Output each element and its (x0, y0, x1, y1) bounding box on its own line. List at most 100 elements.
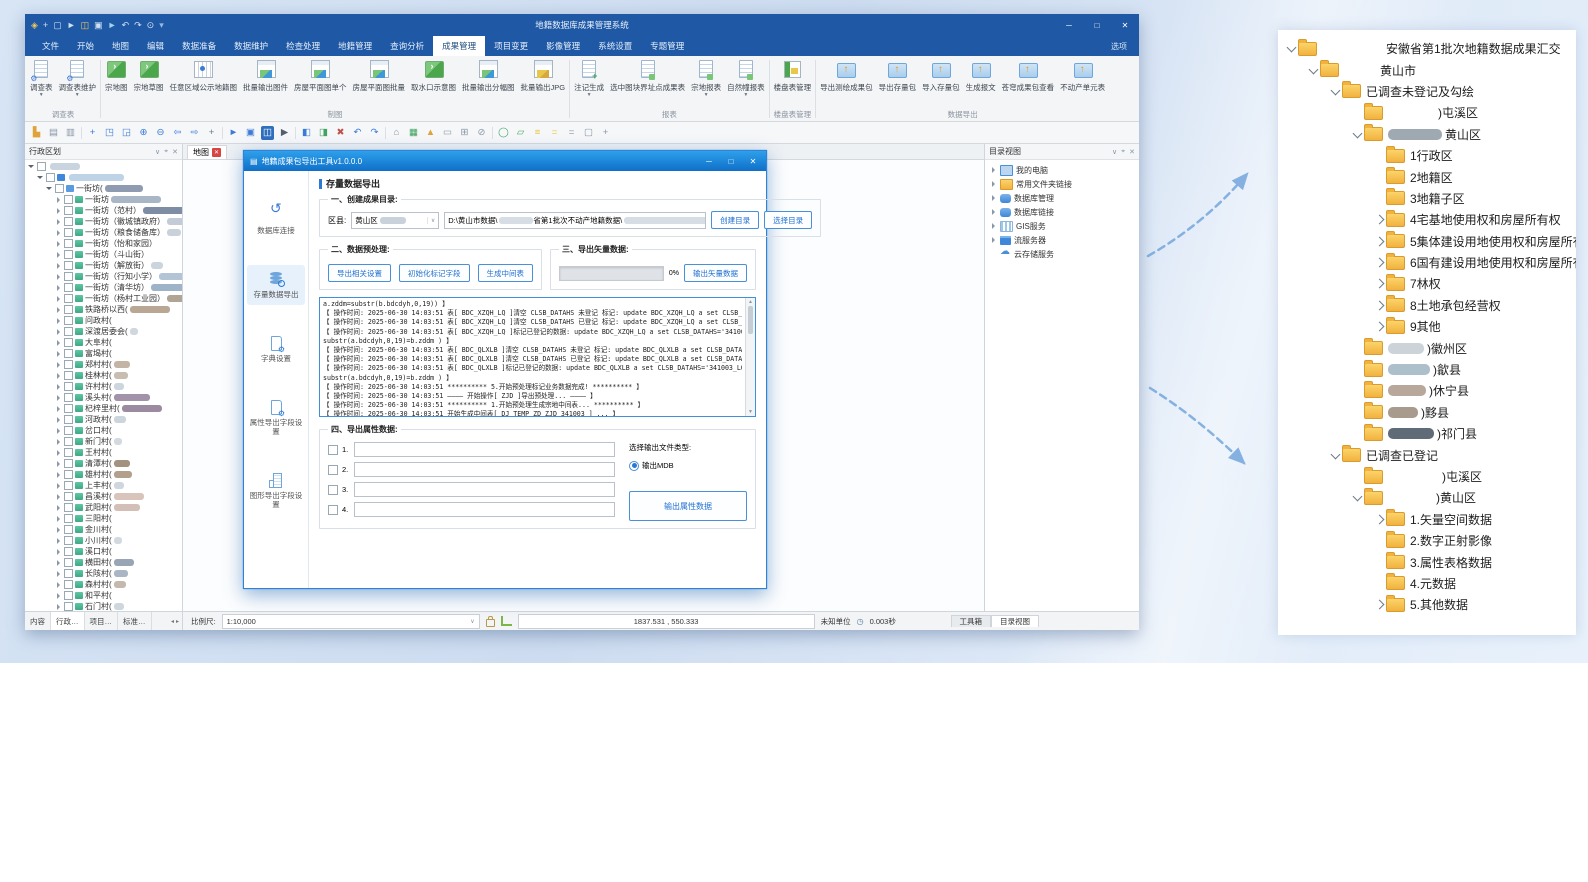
select-directory-button[interactable]: 选择目录 (764, 211, 812, 229)
toolbar-icon-34[interactable]: = (548, 126, 561, 140)
checkbox[interactable] (64, 261, 73, 270)
expand-icon[interactable] (54, 428, 62, 434)
expand-icon[interactable] (54, 340, 62, 346)
tree-row[interactable]: 一街坊（徽城镇政府） (25, 216, 182, 227)
tree-row[interactable]: 王村村( (25, 447, 182, 458)
qat-icon-7[interactable]: ↶ (122, 20, 130, 30)
minimize-icon[interactable]: ─ (698, 151, 720, 171)
expand-icon[interactable] (54, 274, 62, 280)
output-path-field[interactable]: D:\黄山市数据\ 省第1批次不动产地籍数据\ (444, 212, 706, 229)
qat-icon-9[interactable]: ⊙ (147, 20, 155, 30)
toolbar-icon-2[interactable]: ▥ (64, 126, 77, 140)
catalog-item-云存储服务[interactable]: 云存储服务 (985, 247, 1139, 261)
checkbox[interactable] (64, 360, 73, 369)
menu-tab-开始[interactable]: 开始 (68, 36, 103, 56)
expand-icon[interactable] (54, 263, 62, 269)
expand-icon[interactable] (54, 549, 62, 555)
checkbox[interactable] (64, 459, 73, 468)
checkbox[interactable] (37, 162, 46, 171)
collapse-icon[interactable] (1352, 492, 1362, 502)
tree-row[interactable]: 一街坊 (25, 194, 182, 205)
ribbon-button-自然幢报表[interactable]: 自然幢报表▼ (724, 57, 768, 98)
tree-row[interactable]: 一街坊（斗山街） (25, 249, 182, 260)
qat-icon-0[interactable]: ◈ (31, 20, 38, 30)
tree-row[interactable]: 一街坊（行知小学） (25, 271, 182, 282)
expand-icon[interactable] (54, 241, 62, 247)
explorer-row[interactable]: 6国有建设用地使用权和房屋所有权 (1372, 252, 1576, 273)
toolbar-icon-20[interactable]: ✖ (334, 126, 347, 140)
checkbox[interactable] (64, 602, 73, 611)
toolbar-icon-0[interactable]: ▙ (30, 126, 43, 140)
menu-tab-成果管理[interactable]: 成果管理 (433, 36, 485, 56)
checkbox[interactable] (64, 470, 73, 479)
tree-row[interactable]: 溪头村( (25, 392, 182, 403)
menu-tab-地籍管理[interactable]: 地籍管理 (329, 36, 381, 56)
panel-menu-icon[interactable]: ∨ (1112, 148, 1117, 156)
expand-icon[interactable] (54, 417, 62, 423)
checkbox[interactable] (55, 184, 64, 193)
expand-icon[interactable] (54, 560, 62, 566)
toolbar-icon-16[interactable]: ▶ (278, 126, 291, 140)
panel-tab-标准…[interactable]: 标准… (118, 612, 152, 630)
expand-icon[interactable] (54, 527, 62, 533)
qat-icon-3[interactable]: ► (67, 20, 76, 30)
dock-tab-工具箱[interactable]: 工具箱 (951, 615, 992, 627)
button-导出相关设置[interactable]: 导出相关设置 (328, 264, 391, 282)
attribute-input[interactable] (354, 462, 615, 477)
toolbar-icon-4[interactable]: + (86, 126, 99, 140)
checkbox[interactable] (64, 228, 73, 237)
expand-icon[interactable] (54, 307, 62, 313)
menu-tab-编辑[interactable]: 编辑 (138, 36, 173, 56)
tabs-left-icon[interactable]: ◂ (171, 618, 174, 625)
toolbar-icon-37[interactable]: + (599, 126, 612, 140)
expand-icon[interactable] (54, 505, 62, 511)
close-icon[interactable]: ✕ (1129, 148, 1135, 156)
checkbox[interactable] (64, 272, 73, 281)
log-lines[interactable]: a.zddm=substr(b.bdcdyh,0,19)) 】【 操作时间: 2… (320, 298, 745, 416)
attribute-input[interactable] (354, 442, 615, 457)
qat-icon-1[interactable]: + (43, 20, 48, 30)
maximize-icon[interactable]: □ (1083, 14, 1111, 36)
radio-mdb[interactable] (629, 461, 639, 471)
checkbox[interactable] (64, 206, 73, 215)
qat-icon-4[interactable]: ◫ (81, 20, 90, 30)
ribbon-button-取水口示意图[interactable]: 取水口示意图 (408, 57, 459, 93)
toolbar-icon-11[interactable]: + (205, 126, 218, 140)
ribbon-button-宗地报表[interactable]: 宗地报表▼ (688, 57, 724, 98)
menu-tab-数据维护[interactable]: 数据维护 (225, 36, 277, 56)
catalog-item-数据库链接[interactable]: 数据库链接 (985, 205, 1139, 219)
tree-row[interactable]: 河政村( (25, 414, 182, 425)
explorer-row[interactable]: 1行政区 (1372, 145, 1576, 166)
checkbox[interactable] (64, 327, 73, 336)
close-icon[interactable]: ✕ (1111, 14, 1139, 36)
explorer-row[interactable]: 安徽省第1批次地籍数据成果汇交 (1284, 38, 1576, 59)
explorer-row[interactable]: )休宁县 (1350, 380, 1576, 401)
tree-row[interactable]: 铁路桥以西( (25, 304, 182, 315)
catalog-item-GIS服务[interactable]: GIS服务 (985, 219, 1139, 233)
tree-row[interactable]: 问政村( (25, 315, 182, 326)
scale-ruler-icon[interactable] (501, 616, 512, 626)
qat-icon-8[interactable]: ↷ (134, 20, 142, 30)
collapse-icon[interactable] (45, 187, 53, 190)
tree-row[interactable]: 许村村( (25, 381, 182, 392)
ribbon-button-苍穹成果包查看[interactable]: 苍穹成果包查看 (999, 57, 1058, 93)
expand-icon[interactable] (990, 209, 997, 215)
tree-row[interactable]: 一街坊（粮食储备库） (25, 227, 182, 238)
panel-tab-内容[interactable]: 内容 (25, 612, 51, 630)
checkbox[interactable] (64, 558, 73, 567)
explorer-row[interactable]: 5集体建设用地使用权和房屋所有权 (1372, 231, 1576, 252)
tree-row[interactable]: 一街坊（怡和家园） (25, 238, 182, 249)
tree-row[interactable] (25, 172, 182, 183)
tabs-right-icon[interactable]: ▸ (176, 618, 179, 625)
expand-icon[interactable] (1374, 236, 1384, 246)
qat-icon-10[interactable]: ▾ (159, 20, 164, 30)
expand-icon[interactable] (54, 582, 62, 588)
checkbox[interactable] (64, 547, 73, 556)
ribbon-button-批量输出图件[interactable]: 批量输出图件 (240, 57, 291, 93)
ribbon-button-楼盘表管理[interactable]: 楼盘表管理 (771, 57, 815, 93)
minimize-icon[interactable]: ─ (1055, 14, 1083, 36)
export-attributes-button[interactable]: 输出属性数据 (629, 491, 747, 521)
tree-row[interactable]: 金川村( (25, 524, 182, 535)
tree-row[interactable]: 一街坊（杨村工业园） (25, 293, 182, 304)
tree-row[interactable]: 昌溪村( (25, 491, 182, 502)
